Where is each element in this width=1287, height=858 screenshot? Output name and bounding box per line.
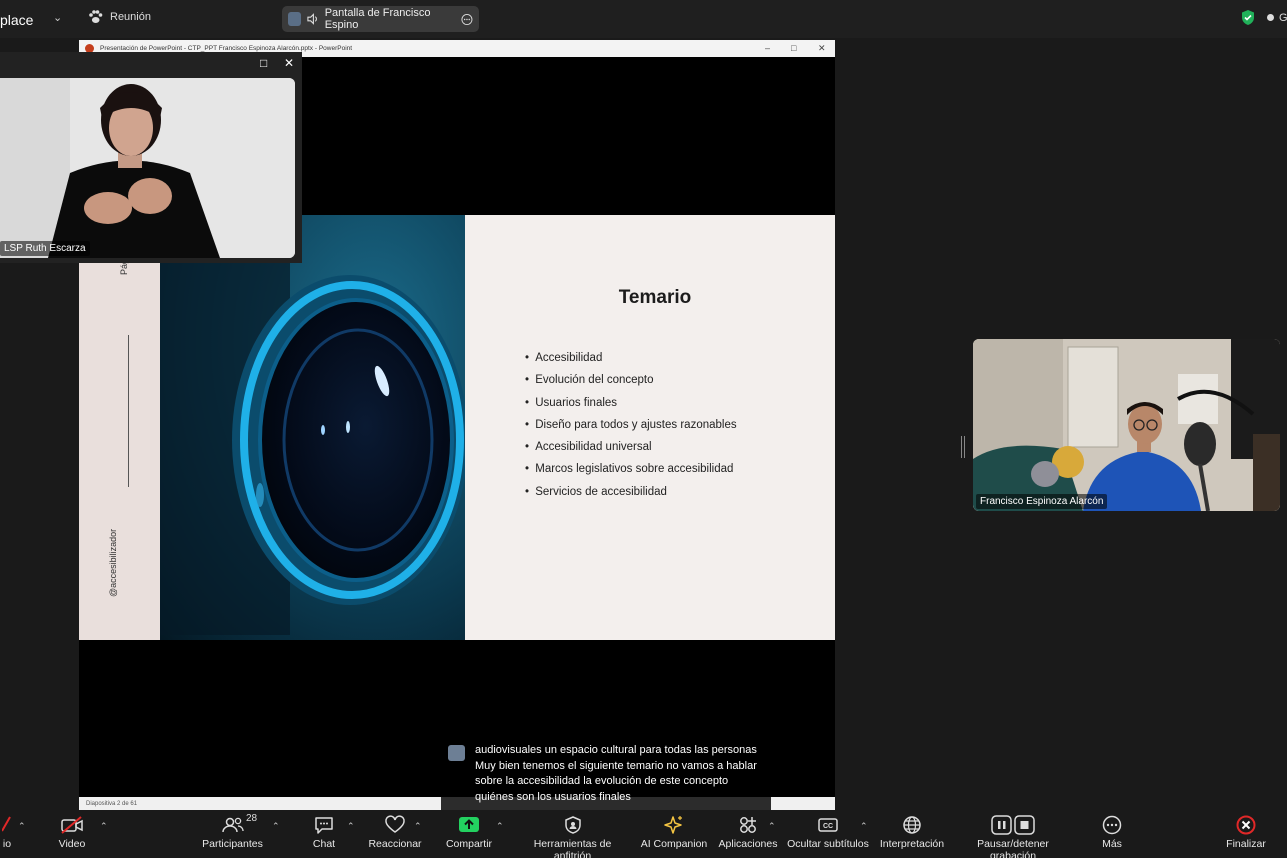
ai-companion-button[interactable]: AI Companion	[640, 815, 708, 850]
interpretation-label: Interpretación	[879, 838, 945, 850]
chevron-up-icon[interactable]: ⌃	[768, 821, 776, 832]
apps-icon	[740, 817, 756, 833]
participant-name: Francisco Espinoza Alarcón	[976, 494, 1108, 509]
video-camera-off-icon	[61, 816, 83, 834]
more-icon	[1102, 815, 1122, 835]
list-item: Accesibilidad universal	[525, 436, 737, 458]
chevron-down-icon[interactable]: ⌄	[53, 11, 62, 24]
share-screen-icon	[459, 817, 479, 832]
maximize-icon[interactable]: □	[260, 56, 267, 70]
interpreter-video-tile[interactable]: □ ✕ LSP Ruth Escarza	[0, 52, 302, 263]
close-icon[interactable]: ✕	[818, 43, 826, 54]
participants-icon	[221, 817, 244, 833]
current-slide: Página @accesibilizador	[79, 215, 835, 640]
interpretation-button[interactable]: Interpretación	[879, 815, 945, 850]
divider	[128, 335, 129, 487]
live-caption: audiovisuales un espacio cultural para t…	[441, 740, 771, 810]
caption-text: audiovisuales un espacio cultural para t…	[475, 744, 757, 803]
shield-icon	[564, 816, 581, 834]
recording-indicator-icon	[1267, 14, 1274, 21]
share-label: Pantalla de Francisco Espino	[324, 7, 431, 31]
captions-label: Ocultar subtítulos	[787, 838, 869, 850]
closed-captions-icon: CC	[818, 818, 838, 832]
slide-content-panel: Temario Accesibilidad Evolución del conc…	[465, 215, 835, 640]
end-meeting-button[interactable]: Finalizar	[1222, 815, 1270, 850]
slide-title: Temario	[618, 287, 692, 308]
list-item: Accesibilidad	[525, 347, 737, 369]
sparkle-icon	[664, 816, 682, 834]
list-item: Diseño para todos y ajustes razonables	[525, 414, 736, 436]
slide-counter: Diapositiva 2 de 61	[86, 800, 138, 807]
react-label: Reaccionar	[368, 838, 422, 850]
end-label: Finalizar	[1226, 838, 1266, 850]
microphone-muted-icon	[2, 816, 11, 832]
ai-label: AI Companion	[640, 838, 708, 850]
apps-label: Aplicaciones	[718, 838, 778, 850]
more-label: Más	[1102, 838, 1122, 850]
interpreter-video	[0, 78, 295, 258]
meeting-label: Reunión	[110, 11, 151, 23]
chevron-up-icon[interactable]: ⌃	[272, 821, 280, 832]
security-shield-icon[interactable]	[1240, 9, 1256, 26]
top-bar: place ⌄ Reunión Pantalla de Francisco Es…	[0, 0, 1287, 38]
chevron-up-icon[interactable]: ⌃	[496, 821, 504, 832]
participants-label: Participantes	[202, 838, 263, 850]
chat-icon	[315, 817, 333, 834]
host-tools-button[interactable]: Herramientas de anfitrión	[515, 815, 630, 858]
participant-name: LSP Ruth Escarza	[0, 241, 90, 256]
svg-text:CC: CC	[823, 823, 833, 830]
meeting-info-button[interactable]: Reunión	[88, 10, 151, 24]
ppt-window-title: Presentación de PowerPoint - CTP_PPT Fra…	[100, 45, 353, 52]
chevron-up-icon[interactable]: ⌃	[347, 821, 355, 832]
avatar	[288, 12, 301, 26]
maximize-icon[interactable]: □	[791, 43, 796, 53]
heart-icon	[385, 815, 405, 833]
video-tile-controls: □ ✕	[0, 52, 302, 76]
chevron-up-icon[interactable]: ⌃	[100, 821, 108, 832]
more-options-icon[interactable]	[461, 13, 473, 26]
end-call-icon	[1236, 815, 1256, 835]
close-icon[interactable]: ✕	[284, 56, 294, 70]
globe-icon	[903, 816, 921, 834]
speaker-video	[973, 339, 1280, 511]
list-item: Evolución del concepto	[525, 369, 737, 391]
chevron-up-icon[interactable]: ⌃	[860, 821, 868, 832]
app-name: place	[0, 12, 34, 28]
slide-side-strip: Página @accesibilizador	[79, 215, 160, 640]
audio-label: io	[2, 838, 12, 850]
avatar	[448, 745, 465, 761]
topic-list: Accesibilidad Evolución del concepto Usu…	[525, 347, 737, 503]
share-label: Compartir	[445, 838, 493, 850]
list-item: Servicios de accesibilidad	[525, 481, 737, 503]
participants-button[interactable]: 28 Participantes	[200, 813, 265, 850]
more-button[interactable]: Más	[1096, 815, 1128, 850]
slide-handle: @accesibilizador	[108, 528, 118, 597]
resize-handle[interactable]	[961, 436, 965, 458]
list-item: Usuarios finales	[525, 392, 737, 414]
video-label: Video	[58, 838, 86, 850]
chevron-up-icon[interactable]: ⌃	[18, 821, 26, 832]
chat-label: Chat	[312, 838, 336, 850]
chevron-up-icon[interactable]: ⌃	[414, 821, 422, 832]
record-label: Pausar/detener grabación	[977, 838, 1049, 858]
speaker-icon	[307, 13, 317, 25]
top-right-label: G	[1279, 12, 1287, 24]
meeting-toolbar: io ⌃ Video ⌃ 28 Participantes ⌃ Chat ⌃ R…	[0, 811, 1287, 858]
paw-icon	[89, 10, 103, 23]
minimize-icon[interactable]: –	[765, 43, 770, 53]
participants-count: 28	[246, 813, 258, 824]
chat-button[interactable]: Chat	[306, 815, 342, 850]
list-item: Marcos legislativos sobre accesibilidad	[525, 458, 737, 480]
share-screen-button[interactable]: Compartir	[443, 815, 495, 850]
pause-stop-icon	[991, 815, 1035, 835]
screen-share-indicator[interactable]: Pantalla de Francisco Espino	[282, 6, 479, 32]
speaker-video-tile[interactable]: Francisco Espinoza Alarcón	[973, 339, 1280, 511]
audio-button[interactable]: io	[0, 815, 14, 850]
video-button[interactable]: Video	[52, 815, 92, 850]
captions-button[interactable]: CC Ocultar subtítulos	[787, 815, 869, 850]
host-tools-label: Herramientas de anfitrión	[533, 838, 612, 858]
camera-lens-image	[160, 215, 465, 640]
zoom-meeting-window: place ⌄ Reunión Pantalla de Francisco Es…	[0, 0, 1287, 858]
recording-controls-button[interactable]: Pausar/detener grabación	[955, 815, 1071, 858]
